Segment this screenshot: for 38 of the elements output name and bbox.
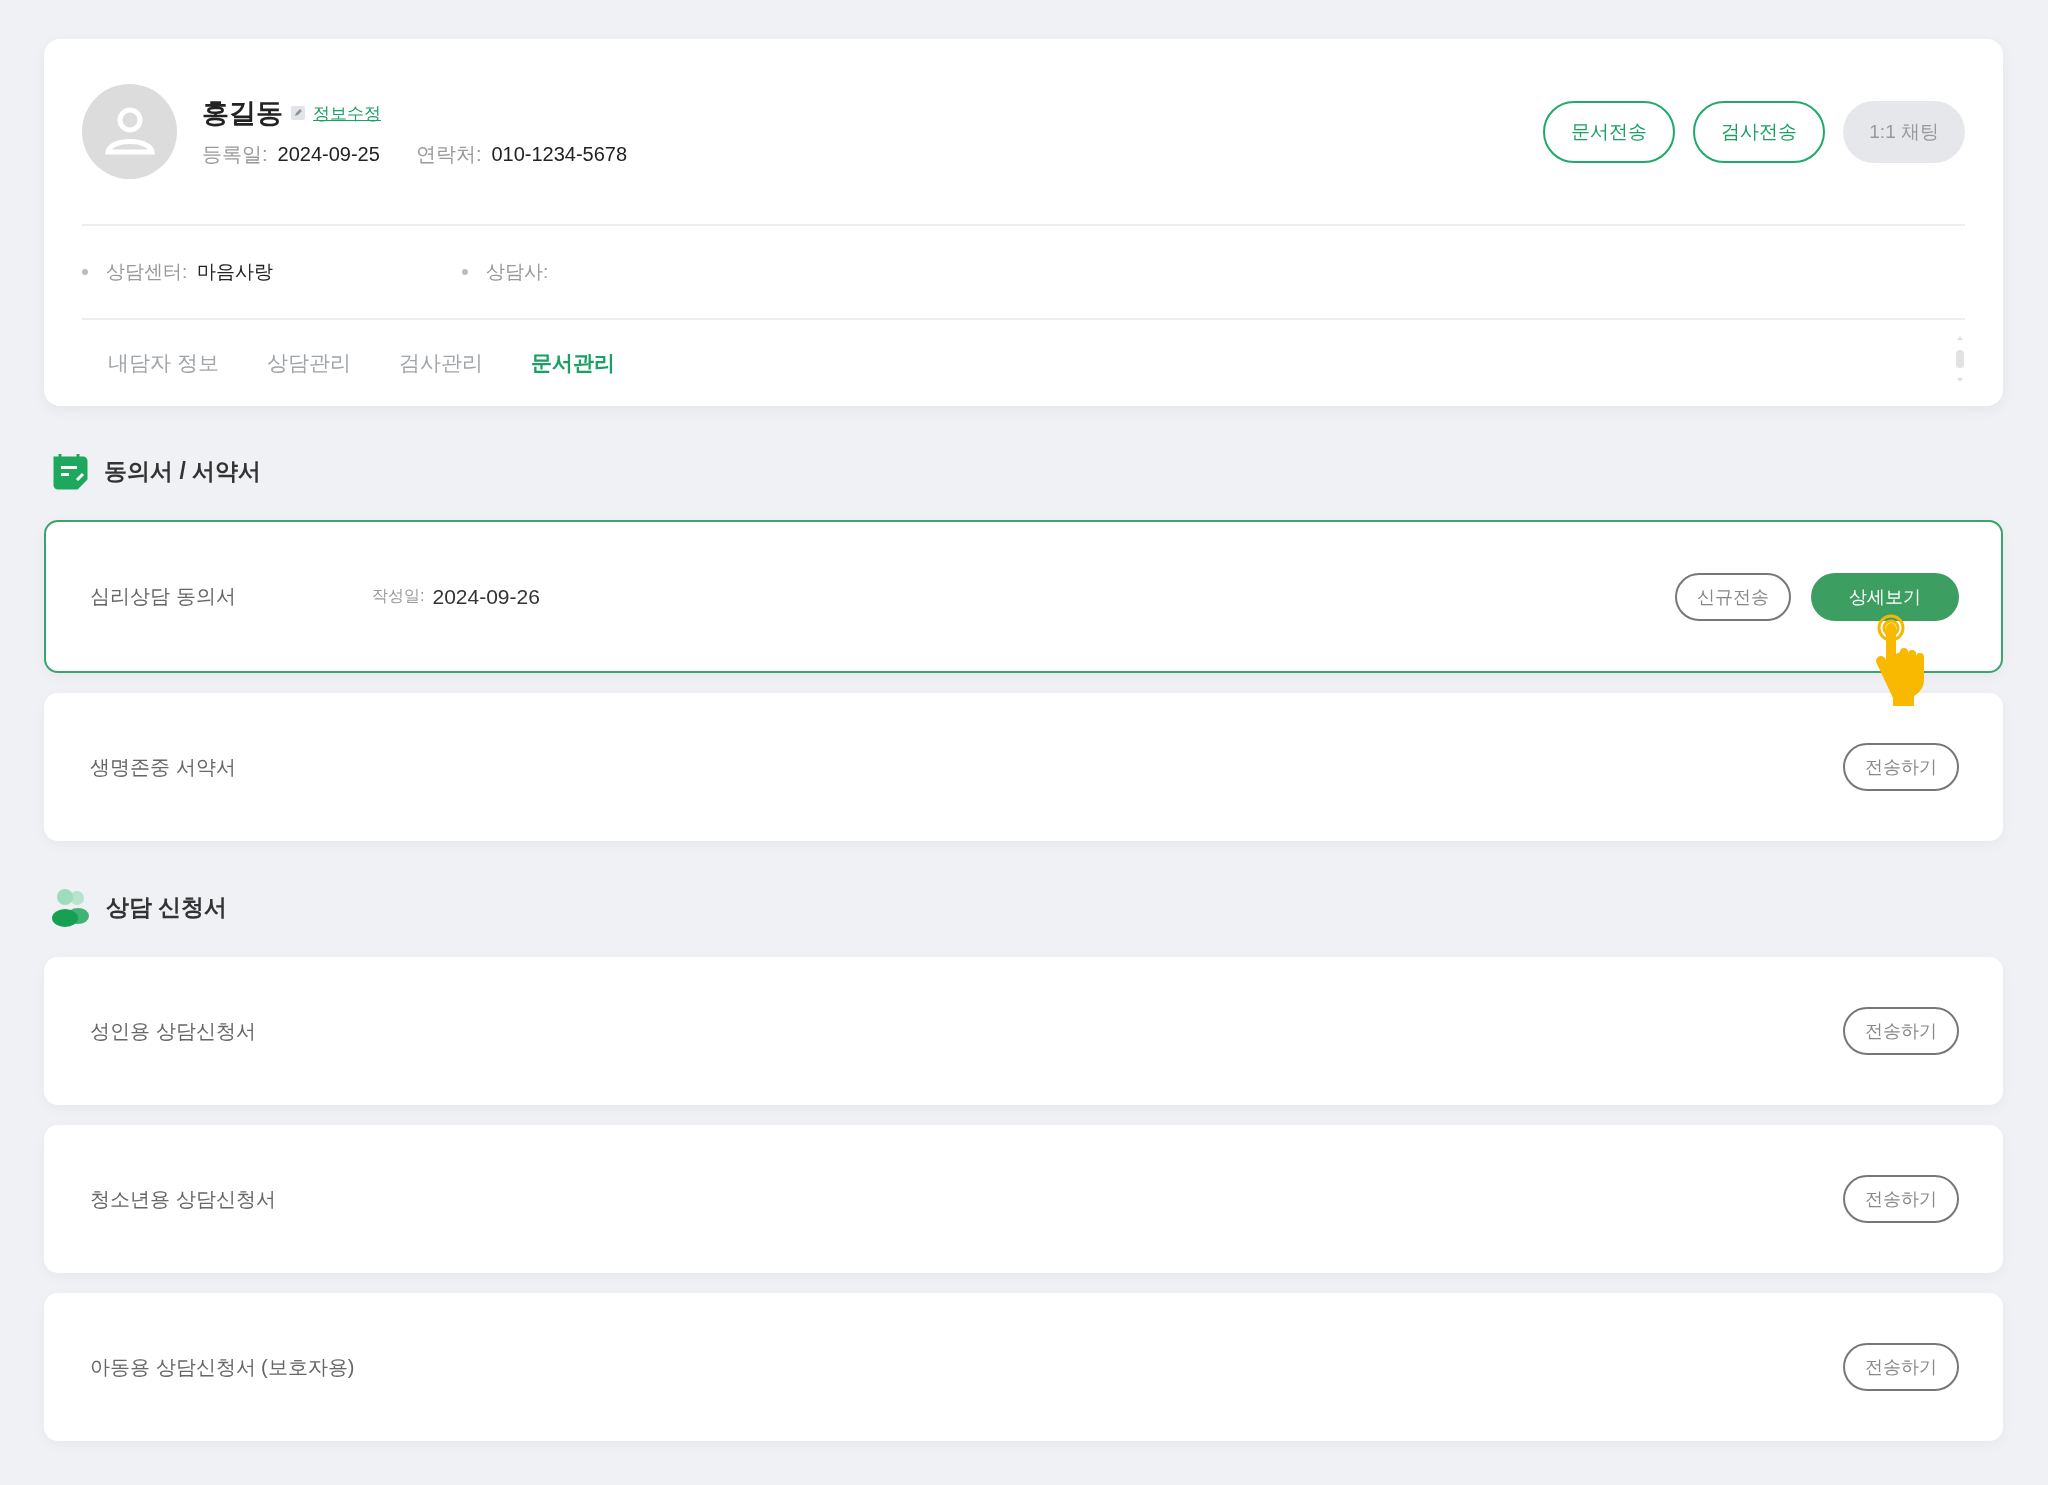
tab[interactable]: 문서관리 xyxy=(530,349,615,377)
info-value: 마음사랑 xyxy=(197,260,274,284)
action-button[interactable]: 검사전송 xyxy=(1693,100,1826,163)
info-label: 상담센터: xyxy=(106,260,188,284)
document-name: 청소년용 상담신청서 xyxy=(90,1186,277,1212)
document-button[interactable]: 신규전송 xyxy=(1675,572,1791,621)
edit-info-link[interactable]: 정보수정 xyxy=(313,101,381,125)
document-card[interactable]: 성인용 상담신청서 전송하기 xyxy=(44,957,2003,1105)
section-title: 동의서 / 서약서 xyxy=(104,456,262,486)
action-button[interactable]: 1:1 채팅 xyxy=(1843,100,1965,163)
field-value: 010-1234-5678 xyxy=(491,143,628,165)
info-label: 상담사: xyxy=(486,260,549,284)
tab[interactable]: 검사관리 xyxy=(398,349,483,377)
document-button[interactable]: 전송하기 xyxy=(1843,1175,1959,1223)
field-label: 등록일: xyxy=(202,143,268,165)
client-name: 홍길동 xyxy=(202,97,283,130)
people-icon xyxy=(50,887,90,927)
action-button[interactable]: 문서전송 xyxy=(1543,100,1676,163)
tab[interactable]: 내담자 정보 xyxy=(108,349,219,377)
document-name: 성인용 상담신청서 xyxy=(90,1018,257,1044)
document-button[interactable]: 전송하기 xyxy=(1843,743,1959,791)
document-card[interactable]: 생명존중 서약서 전송하기 xyxy=(44,693,2003,841)
document-name: 아동용 상담신청서 (보호자용) xyxy=(90,1354,356,1380)
document-button[interactable]: 전송하기 xyxy=(1843,1007,1959,1055)
document-card[interactable]: 청소년용 상담신청서 전송하기 xyxy=(44,1125,2003,1273)
pencil-icon xyxy=(291,106,305,120)
section-title: 상담 신청서 xyxy=(106,892,228,922)
document-button[interactable]: 상세보기 xyxy=(1811,572,1959,621)
document-name: 심리상담 동의서 xyxy=(90,584,237,609)
date-label: 작성일: xyxy=(372,586,425,606)
date-value: 2024-09-26 xyxy=(432,584,540,609)
field-label: 연락처: xyxy=(415,143,482,165)
document-name: 생명존중 서약서 xyxy=(90,754,237,780)
tab[interactable]: 상담관리 xyxy=(266,349,351,377)
field-value: 2024-09-25 xyxy=(277,143,380,165)
document-card[interactable]: 아동용 상담신청서 (보호자용) 전송하기 xyxy=(44,1293,2003,1441)
document-button[interactable]: 전송하기 xyxy=(1843,1343,1959,1391)
scrollbar[interactable] xyxy=(1955,334,1965,384)
